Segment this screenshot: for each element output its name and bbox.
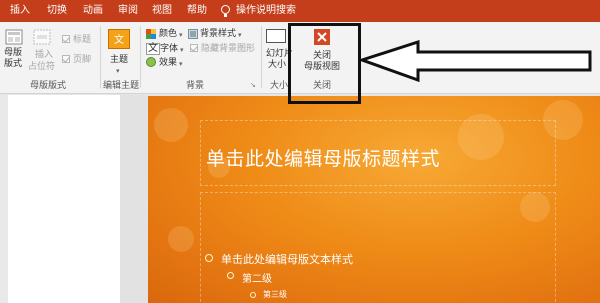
edit-theme-group-label: 编辑主题 bbox=[103, 81, 140, 91]
pane-divider bbox=[120, 95, 148, 303]
themes-dropdown-icon: ▾ bbox=[116, 67, 120, 75]
group-separator bbox=[261, 26, 262, 88]
master-layout-group-label: 母版版式 bbox=[30, 81, 67, 91]
ribbon-tab-bar: 插入 切换 动画 审阅 视图 帮助 操作说明搜索 bbox=[0, 0, 600, 22]
bullet-icon bbox=[227, 272, 234, 279]
lightbulb-icon bbox=[221, 5, 230, 18]
slide-title[interactable]: 单击此处编辑母版标题样式 bbox=[206, 144, 440, 171]
svg-text:文: 文 bbox=[114, 33, 124, 46]
colors-icon bbox=[146, 29, 156, 39]
tab-review[interactable]: 审阅 bbox=[118, 5, 138, 17]
title-checkbox-label: 标题 bbox=[73, 35, 92, 45]
footer-checkbox[interactable] bbox=[62, 55, 70, 63]
tab-animations[interactable]: 动画 bbox=[83, 5, 103, 17]
body-text-level-2[interactable]: 第二级 bbox=[242, 270, 272, 285]
background-styles-icon bbox=[188, 29, 198, 39]
tab-help[interactable]: 帮助 bbox=[187, 5, 207, 17]
bullet-icon bbox=[205, 254, 213, 262]
fonts-label: 字体 bbox=[160, 44, 179, 54]
themes-icon: 文 bbox=[108, 29, 130, 49]
body-text-level-3[interactable]: 第三级 bbox=[263, 289, 287, 300]
master-layout-label-2: 版式 bbox=[4, 59, 23, 69]
pointer-arrow-icon bbox=[360, 40, 592, 82]
slide-size-icon bbox=[266, 29, 286, 43]
title-checkbox[interactable] bbox=[62, 35, 70, 43]
highlight-box bbox=[288, 23, 361, 104]
body-placeholder[interactable] bbox=[200, 192, 556, 303]
tab-insert[interactable]: 插入 bbox=[10, 5, 30, 17]
insert-placeholder-label-2: 占位符 bbox=[28, 62, 56, 72]
background-group-label: 背景 bbox=[186, 81, 205, 91]
chevron-down-icon: ▾ bbox=[238, 31, 242, 39]
chevron-down-icon: ▾ bbox=[179, 31, 183, 39]
chevron-down-icon: ▾ bbox=[180, 46, 184, 54]
hide-background-graphics-checkbox[interactable] bbox=[190, 44, 198, 52]
footer-checkbox-label: 页脚 bbox=[73, 55, 92, 65]
slide-size-label-2: 大小 bbox=[268, 60, 287, 70]
background-styles-label: 背景样式 bbox=[200, 29, 237, 39]
colors-label: 颜色 bbox=[159, 29, 178, 39]
group-separator bbox=[100, 26, 101, 88]
insert-placeholder-icon bbox=[33, 29, 51, 45]
master-layout-icon bbox=[5, 29, 23, 45]
hide-background-graphics-label: 隐藏背景图形 bbox=[201, 44, 256, 54]
dialog-launcher-icon[interactable]: ↘ bbox=[250, 80, 256, 90]
insert-placeholder-label-1: 插入 bbox=[35, 50, 54, 60]
tell-me-search[interactable]: 操作说明搜索 bbox=[236, 5, 296, 17]
themes-label: 主题 bbox=[110, 55, 129, 65]
slide-master-canvas bbox=[148, 96, 600, 303]
master-thumbnail[interactable] bbox=[8, 95, 120, 303]
tab-transitions[interactable]: 切换 bbox=[47, 5, 67, 17]
effects-label: 效果 bbox=[159, 58, 178, 68]
bokeh-decoration bbox=[168, 226, 194, 252]
size-group-label: 大小 bbox=[270, 81, 289, 91]
bullet-icon bbox=[250, 292, 256, 298]
master-layout-label-1: 母版 bbox=[4, 48, 23, 58]
effects-icon bbox=[146, 57, 156, 67]
body-text-level-1[interactable]: 单击此处编辑母版文本样式 bbox=[221, 251, 353, 267]
fonts-icon: 文 bbox=[146, 43, 160, 55]
chevron-down-icon: ▾ bbox=[179, 60, 183, 68]
group-separator bbox=[140, 26, 141, 88]
tab-view[interactable]: 视图 bbox=[152, 5, 172, 17]
bokeh-decoration bbox=[154, 108, 188, 142]
